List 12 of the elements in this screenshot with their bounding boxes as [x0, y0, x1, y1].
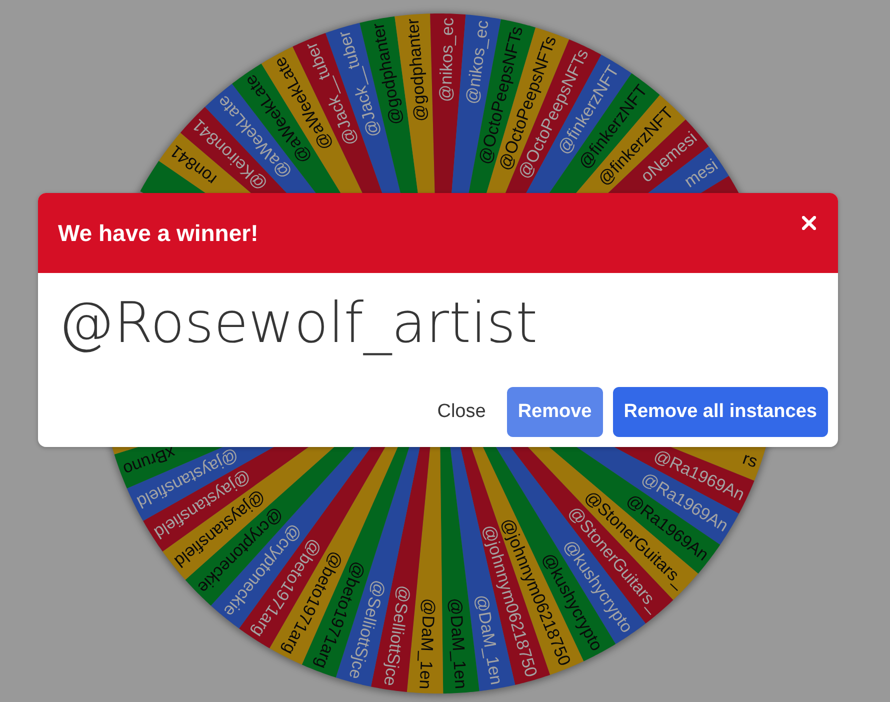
dialog-title: We have a winner!: [58, 219, 258, 248]
entry-label: @DaM_1en: [446, 597, 471, 690]
entry-label: @godphanter: [403, 18, 430, 122]
remove-all-button[interactable]: Remove all instances: [612, 387, 828, 437]
remove-button[interactable]: Remove: [506, 387, 603, 437]
close-icon: [802, 216, 816, 230]
entry-label: @nikos_ec: [436, 17, 458, 102]
close-button[interactable]: Close: [426, 387, 497, 437]
entry-label: rs: [740, 448, 760, 472]
entry-label: @DaM_1en: [416, 598, 438, 690]
dismiss-button[interactable]: [799, 213, 819, 233]
winner-name: @Rosewolf_artist: [58, 290, 539, 358]
